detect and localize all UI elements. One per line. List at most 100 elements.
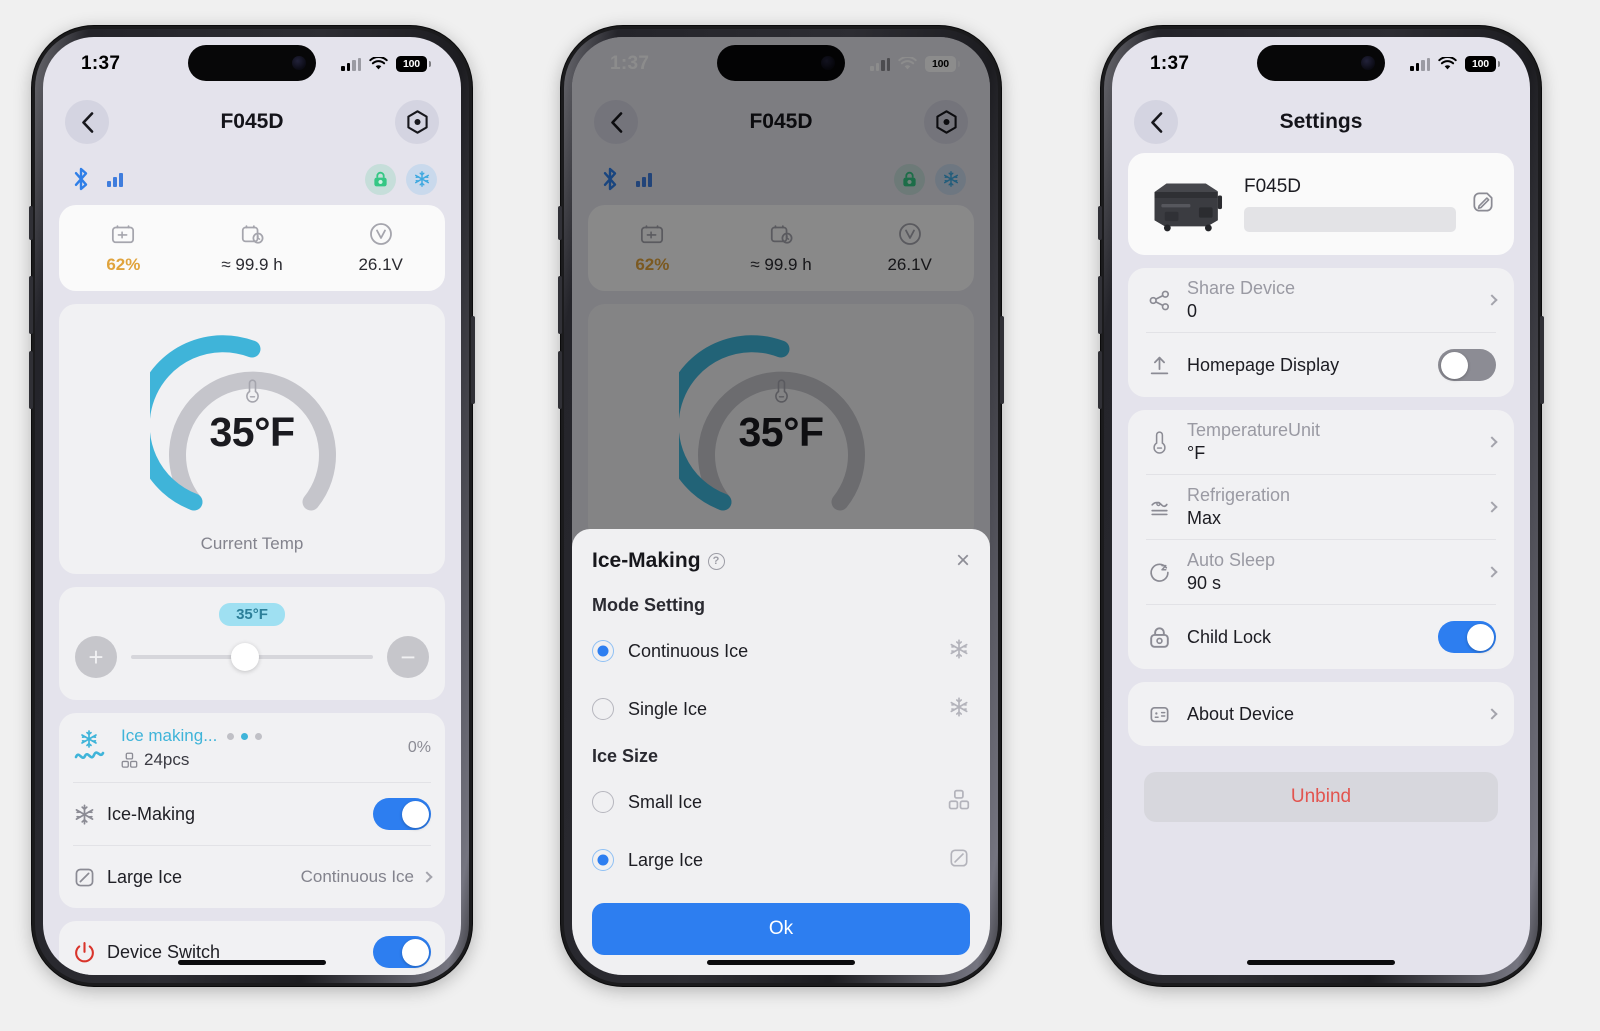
temp-decrease-button[interactable]: − [387,636,429,678]
phone-2-ice-making-dialog: 1:37 100 F045D 62% ≈ 99.9 h 26.1V 35°F I… [558,26,1004,986]
back-button[interactable] [1134,100,1178,144]
radio-single-ice[interactable] [592,698,614,720]
dynamic-island [188,45,316,81]
status-time: 1:37 [81,53,121,74]
setting-about-device[interactable]: About Device [1128,682,1514,746]
row-device-switch[interactable]: Device Switch [59,921,445,975]
radio-large-ice[interactable] [592,849,614,871]
metric-runtime: ≈ 99.9 h [188,219,317,275]
setting-homepage-display[interactable]: Homepage Display [1128,333,1514,397]
setting-temperature-unit[interactable]: TemperatureUnit °F [1128,410,1514,474]
dialog-header: Ice-Making ? × [592,549,970,573]
option-small-ice[interactable]: Small Ice [592,773,970,831]
home-indicator[interactable] [1247,960,1395,965]
power-button[interactable] [1000,316,1004,404]
device-card[interactable]: F045D [1128,153,1514,255]
child-lock-toggle[interactable] [1438,621,1496,653]
refrigeration-icon [1146,496,1173,519]
volume-down-button[interactable] [29,351,33,409]
slider-value-badge: 35°F [219,603,285,626]
power-icon [75,941,94,962]
unbind-button[interactable]: Unbind [1144,772,1498,822]
device-switch-toggle[interactable] [373,936,431,968]
phone-1-device-home: 1:37 100 F045D 62% ≈ 99.9 h 26.1V 35°F C… [29,26,475,986]
phone-3-settings: 1:37 100 Settings F045D Share Device 0 H… [1098,26,1544,986]
setting-value: °F [1187,443,1206,463]
ice-making-toggle[interactable] [373,798,431,830]
question-circle-icon[interactable]: ? [707,552,725,570]
device-name-placeholder-bar [1244,207,1456,232]
volume-up-button[interactable] [558,276,562,334]
settings-group-2: TemperatureUnit °F Refrigeration Max Aut… [1128,410,1514,669]
power-button[interactable] [1540,316,1544,404]
temp-increase-button[interactable]: + [75,636,117,678]
ok-button[interactable]: Ok [592,903,970,955]
setting-label: Homepage Display [1187,354,1340,375]
large-ice-icon [948,847,970,874]
setting-text: About Device [1187,704,1294,725]
setting-child-lock[interactable]: Child Lock [1128,605,1514,669]
chevron-right-icon [1486,566,1498,578]
battery-value: 62% [106,255,141,274]
row-large-ice[interactable]: Large Ice Continuous Ice [59,846,445,908]
radio-continuous-ice[interactable] [592,640,614,662]
chevron-right-icon [421,871,433,883]
home-indicator[interactable] [707,960,855,965]
option-label: Large Ice [628,849,704,870]
volume-down-button[interactable] [1098,351,1102,409]
power-button[interactable] [471,316,475,404]
setting-share-device[interactable]: Share Device 0 [1128,268,1514,332]
phone-1-content: 62% ≈ 99.9 h 26.1V 35°F Current Temp 35°… [43,153,461,975]
ice-status-text: Ice making... 24pcs [121,726,263,770]
settings-button[interactable] [395,100,439,144]
ice-pieces-value: 24pcs [144,750,190,769]
settings-group-3: About Device [1128,682,1514,746]
volume-down-button[interactable] [558,351,562,409]
radio-small-ice[interactable] [592,791,614,813]
setting-text: Homepage Display [1187,355,1339,376]
snowflake-icon [948,638,970,665]
slider-knob[interactable] [230,643,259,671]
ice-status-title: Ice making... [121,726,218,745]
mute-switch[interactable] [558,206,562,240]
setting-refrigeration[interactable]: Refrigeration Max [1128,475,1514,539]
close-icon[interactable]: × [956,549,970,573]
gauge: 35°F [132,326,355,522]
mute-switch[interactable] [29,206,33,240]
option-large-ice[interactable]: Large Ice [592,831,970,889]
volume-up-button[interactable] [29,276,33,334]
nav-bar: F045D [43,91,461,153]
voltage-value: 26.1V [358,255,403,274]
edit-pencil-icon[interactable] [1470,189,1496,220]
phone-2-screen: 1:37 100 F045D 62% ≈ 99.9 h 26.1V 35°F I… [572,37,990,975]
snowflake-icon [75,803,94,825]
back-button[interactable] [65,100,109,144]
large-ice-icon [75,868,94,886]
option-label: Single Ice [628,698,708,719]
setting-label: TemperatureUnit [1187,420,1321,440]
option-label: Small Ice [628,791,703,812]
share-icon [1146,289,1173,312]
status-time: 1:37 [1150,53,1190,74]
screenshot-stage: 1:37 100 F045D 62% ≈ 99.9 h 26.1V 35°F C… [0,0,1600,1031]
home-indicator[interactable] [178,960,326,965]
option-single-ice[interactable]: Single Ice [592,680,970,738]
auto-sleep-icon [1146,561,1173,584]
setting-auto-sleep[interactable]: Auto Sleep 90 s [1128,540,1514,604]
chevron-right-icon [1486,708,1498,720]
volume-up-button[interactable] [1098,276,1102,334]
cellular-bars-icon [1410,57,1430,71]
mute-switch[interactable] [1098,206,1102,240]
runtime-value: ≈ 99.9 h [221,255,283,274]
ice-status-row: Ice making... 24pcs 0% [59,713,445,782]
row-ice-making[interactable]: Ice-Making [59,783,445,845]
temperature-slider[interactable] [131,643,373,671]
phone-1-screen: 1:37 100 F045D 62% ≈ 99.9 h 26.1V 35°F C… [43,37,461,975]
status-bar: 1:37 100 [1112,37,1530,91]
battery-indicator: 100 [1465,56,1500,72]
metrics-card: 62% ≈ 99.9 h 26.1V [59,205,445,291]
ice-making-dialog: Ice-Making ? × Mode Setting Continuous I… [572,529,990,975]
child-lock-badge [365,163,396,195]
option-continuous-ice[interactable]: Continuous Ice [592,622,970,680]
homepage-display-toggle[interactable] [1438,349,1496,381]
